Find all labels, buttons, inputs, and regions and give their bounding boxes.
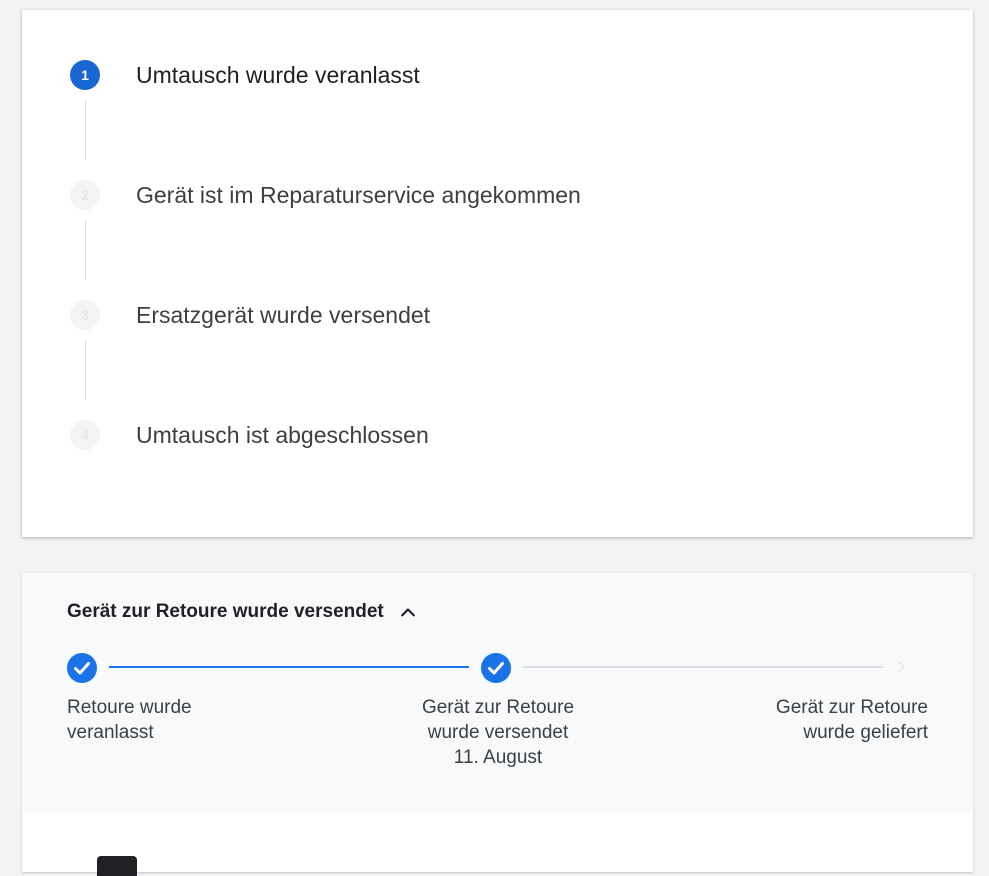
step-1-number-badge: 1: [70, 60, 100, 90]
step-2-label: Gerät ist im Reparaturservice angekommen: [136, 182, 581, 208]
shipped-date: 11. August: [453, 747, 543, 768]
step-4-number-badge: 4: [70, 420, 100, 450]
return-tracking-card: Gerät zur Retoure wurde versendet Retour…: [22, 573, 973, 876]
step-connector: [85, 100, 86, 160]
step-1-label: Umtausch wurde veranlasst: [136, 62, 420, 88]
step-2-number-badge: 2: [70, 180, 100, 210]
pending-chevron-icon: [898, 661, 906, 673]
return-status-title: Gerät zur Retoure wurde versendet: [67, 601, 384, 622]
step-connector: [85, 340, 86, 400]
progress-line-done: [109, 666, 469, 668]
chevron-up-icon: [400, 608, 415, 617]
timeline-label-return-delivered: Gerät zur Retoure wurde geliefert: [775, 697, 928, 743]
step-4-label: Umtausch ist abgeschlossen: [136, 422, 429, 448]
timeline-label-return-shipped: Gerät zur Retoure wurde versendet 11. Au…: [398, 695, 598, 770]
step-connector: [85, 220, 86, 280]
checkmark-icon: [488, 662, 504, 675]
step-done-checkpoint: [67, 653, 97, 683]
timeline-label-return-initiated: Retoure wurde veranlasst: [67, 697, 192, 743]
step-3-label: Ersatzgerät wurde versendet: [136, 302, 431, 328]
checkmark-icon: [74, 662, 90, 675]
device-thumbnail: [97, 856, 137, 876]
step-done-checkpoint: [481, 653, 511, 683]
step-3-number-badge: 3: [70, 300, 100, 330]
progress-line-pending: [523, 666, 883, 668]
exchange-steps-card: 1 Umtausch wurde veranlasst 2 Gerät ist …: [22, 10, 973, 537]
return-status-toggle[interactable]: Gerät zur Retoure wurde versendet: [67, 601, 418, 623]
return-tracking-header: Gerät zur Retoure wurde versendet Retour…: [22, 573, 973, 813]
